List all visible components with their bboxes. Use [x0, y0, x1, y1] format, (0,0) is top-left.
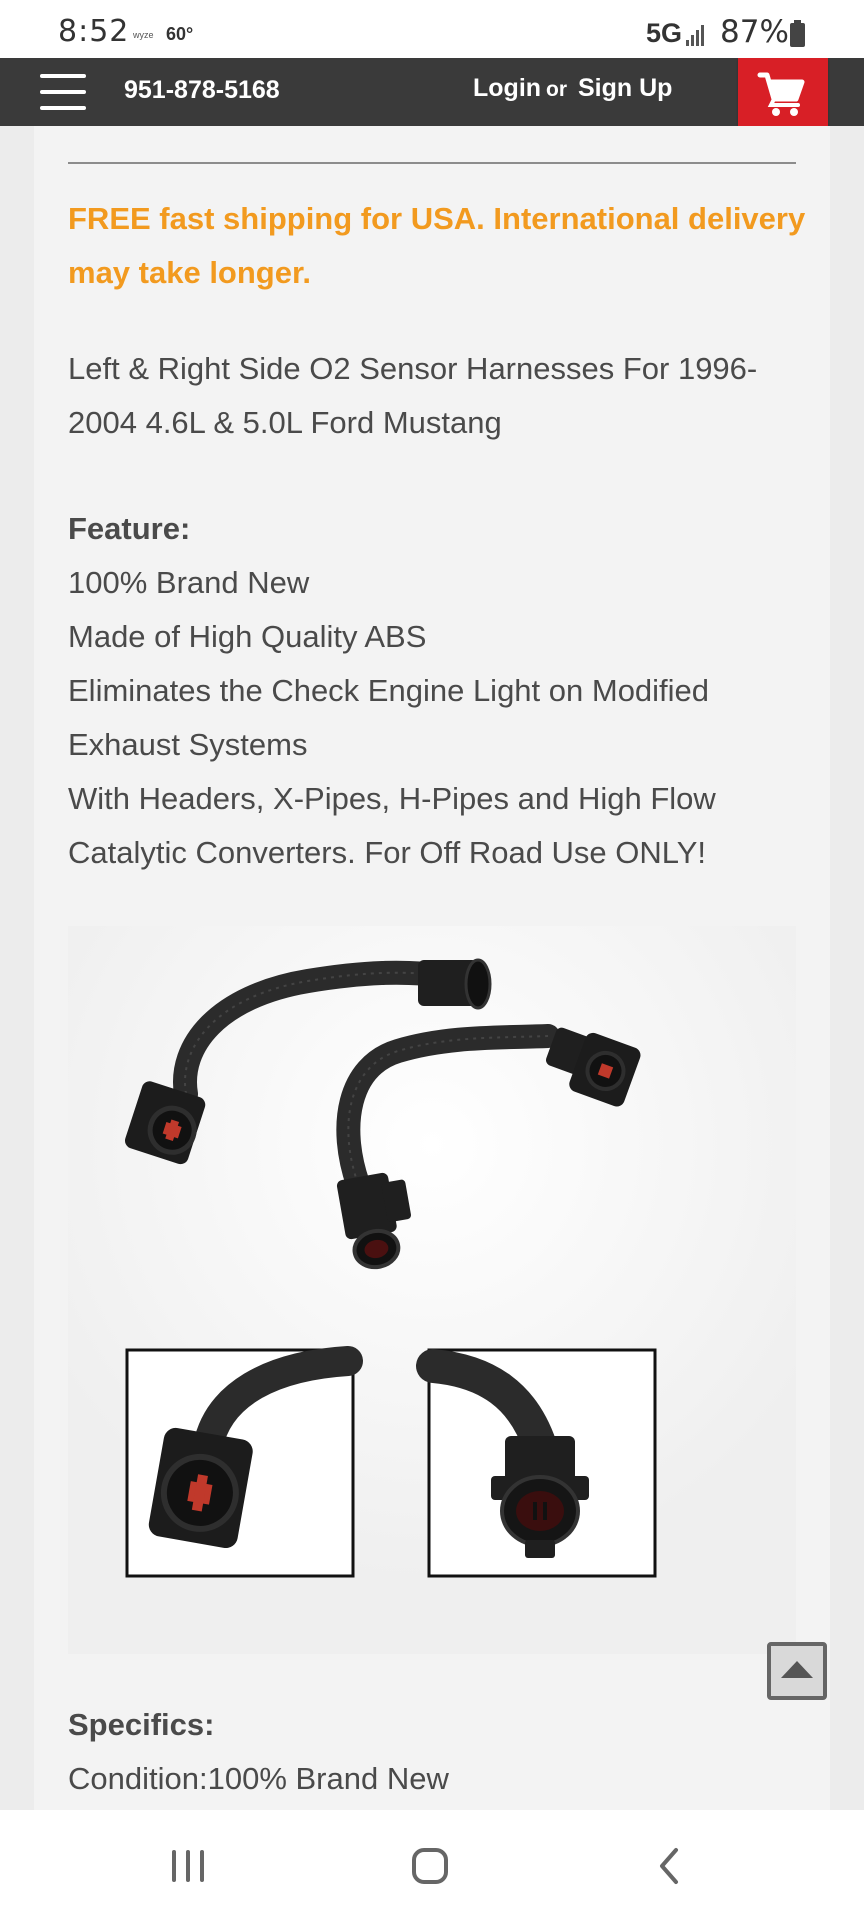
specifics-heading: Specifics: [68, 1707, 215, 1742]
o2-sensor-harness-photo [68, 926, 796, 1654]
chevron-up-icon [781, 1661, 813, 1678]
feature-item: Eliminates the Check Engine Light on Mod… [68, 673, 710, 762]
feature-list: Feature: 100% Brand New Made of High Qua… [68, 502, 808, 880]
feature-item: Made of High Quality ABS [68, 619, 427, 654]
status-time: 8:52 [58, 14, 130, 49]
divider [68, 162, 796, 164]
shopping-cart-icon [757, 72, 805, 116]
home-icon[interactable] [412, 1848, 448, 1884]
product-title: Left & Right Side O2 Sensor Harnesses Fo… [68, 351, 758, 440]
hamburger-menu-icon[interactable] [40, 72, 86, 112]
feature-item: With Headers, X-Pipes, H-Pipes and High … [68, 781, 716, 870]
or-text: or [546, 78, 567, 101]
recent-apps-icon[interactable] [168, 1850, 208, 1886]
product-description-panel: FREE fast shipping for USA. Internationa… [34, 126, 830, 1810]
shipping-notice: FREE fast shipping for USA. Internationa… [68, 201, 806, 290]
status-temperature: 60° [166, 24, 194, 44]
status-battery-percent: 87% [720, 14, 789, 50]
condition-text: Condition:100% Brand New [68, 1761, 449, 1796]
system-navigation-bar [0, 1810, 864, 1920]
scroll-to-top-button[interactable] [767, 1642, 827, 1700]
signal-icon [686, 24, 710, 46]
status-network: 5G [646, 18, 683, 48]
signup-link[interactable]: Sign Up [578, 74, 672, 103]
feature-item: 100% Brand New [68, 565, 310, 600]
feature-heading: Feature: [68, 511, 191, 546]
back-icon[interactable] [650, 1846, 690, 1886]
phone-number[interactable]: 951-878-5168 [124, 76, 280, 105]
cart-button[interactable] [738, 58, 828, 136]
product-image [68, 926, 796, 1654]
site-header: 951-878-5168 Login or Sign Up [0, 58, 864, 126]
wyze-icon: wyze [133, 30, 154, 40]
login-link[interactable]: Login [473, 74, 541, 103]
battery-icon [790, 20, 805, 47]
status-bar: 8:52 wyze 60° 5G 87% [0, 0, 864, 58]
